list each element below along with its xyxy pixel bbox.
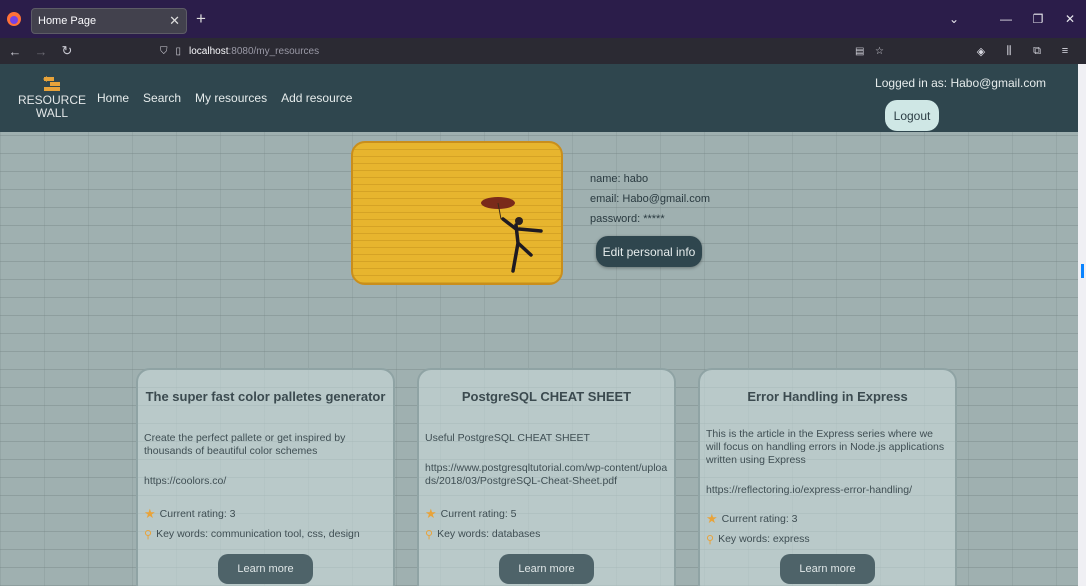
card-keywords-text: Key words: communication tool, css, desi… bbox=[156, 528, 360, 540]
learn-more-button[interactable]: Learn more bbox=[218, 554, 313, 584]
forward-arrow-icon[interactable]: → bbox=[28, 38, 54, 64]
nav-search[interactable]: Search bbox=[143, 91, 181, 105]
library-icon[interactable]: ⫼ bbox=[998, 38, 1020, 64]
shield-icon[interactable]: ⛉ bbox=[160, 46, 168, 57]
url-host: localhost bbox=[189, 45, 229, 57]
extensions-icon[interactable]: ⧉ bbox=[1026, 38, 1048, 64]
tab-title: Home Page bbox=[38, 15, 97, 27]
card-rating-text: Current rating: 3 bbox=[159, 508, 236, 520]
window-controls: ⌄ — ❐ ✕ bbox=[938, 0, 1086, 38]
card-rating-text: Current rating: 3 bbox=[721, 513, 798, 525]
star-icon: ★ bbox=[144, 506, 156, 521]
address-bar[interactable]: ⛉ ▯ localhost:8080/my_resources ▤ ☆ bbox=[160, 41, 895, 61]
resource-card: The super fast color palletes generator … bbox=[136, 368, 395, 586]
site-header: RESOURCE WALL Home Search My resources A… bbox=[0, 64, 1078, 132]
close-tab-icon[interactable]: ✕ bbox=[169, 13, 180, 29]
profile-info: name: habo email: Habo@gmail.com passwor… bbox=[590, 169, 710, 229]
browser-tab-home[interactable]: Home Page ✕ bbox=[31, 8, 187, 34]
firefox-menu-icon[interactable] bbox=[0, 0, 28, 38]
url-path: :8080/my_resources bbox=[228, 45, 320, 57]
card-title: Error Handling in Express bbox=[747, 389, 908, 404]
page-viewport: RESOURCE WALL Home Search My resources A… bbox=[0, 64, 1078, 586]
card-description: Create the perfect pallete or get inspir… bbox=[144, 432, 346, 457]
card-keywords-text: Key words: express bbox=[718, 533, 810, 545]
nav-add-resource[interactable]: Add resource bbox=[281, 91, 352, 105]
nav-my-resources[interactable]: My resources bbox=[195, 91, 267, 105]
card-rating: ★ Current rating: 3 bbox=[144, 504, 387, 524]
card-title: The super fast color palletes generator bbox=[145, 389, 386, 404]
resource-wall-logo-icon bbox=[43, 76, 60, 91]
card-rating: ★ Current rating: 5 bbox=[425, 504, 668, 524]
back-arrow-icon[interactable]: ← bbox=[2, 38, 28, 64]
vertical-scrollbar[interactable] bbox=[1078, 64, 1086, 586]
magnifier-icon: ⚲ bbox=[425, 528, 434, 541]
profile-password: password: ***** bbox=[590, 213, 665, 225]
resource-card: Error Handling in Express This is the ar… bbox=[698, 368, 957, 586]
card-title: PostgreSQL CHEAT SHEET bbox=[461, 389, 632, 404]
site-nav: Home Search My resources Add resource bbox=[97, 91, 352, 105]
logged-in-label: Logged in as: Habo@gmail.com bbox=[875, 76, 1046, 90]
list-tabs-icon[interactable]: ⌄ bbox=[938, 0, 970, 38]
card-url[interactable]: https://coolors.co/ bbox=[144, 475, 387, 488]
reader-view-icon[interactable]: ▤ bbox=[855, 46, 864, 57]
browser-right-toolbar: ◈ ⫼ ⧉ ≡ bbox=[970, 38, 1076, 64]
logout-button[interactable]: Logout bbox=[885, 100, 939, 131]
edit-personal-info-button[interactable]: Edit personal info bbox=[596, 236, 702, 267]
logo-line2: WALL bbox=[35, 106, 69, 120]
card-url[interactable]: https://www.postgresqltutorial.com/wp-co… bbox=[425, 462, 668, 488]
resource-card: PostgreSQL CHEAT SHEET Useful PostgreSQL… bbox=[417, 368, 676, 586]
close-window-icon[interactable]: ✕ bbox=[1054, 0, 1086, 38]
card-url[interactable]: https://reflectoring.io/express-error-ha… bbox=[706, 484, 949, 497]
learn-more-button[interactable]: Learn more bbox=[499, 554, 594, 584]
umbrella-dancer-illustration bbox=[481, 197, 543, 273]
card-keywords: ⚲ Key words: databases bbox=[425, 524, 668, 544]
learn-more-button[interactable]: Learn more bbox=[780, 554, 875, 584]
reload-icon[interactable]: ↻ bbox=[54, 38, 80, 64]
menu-icon[interactable]: ≡ bbox=[1054, 38, 1076, 64]
profile-name: name: habo bbox=[590, 173, 649, 185]
nav-home[interactable]: Home bbox=[97, 91, 129, 105]
profile-photo bbox=[351, 141, 563, 285]
card-description: Useful PostgreSQL CHEAT SHEET bbox=[425, 432, 590, 444]
magnifier-icon: ⚲ bbox=[706, 533, 715, 546]
site-logo[interactable]: RESOURCE WALL bbox=[18, 76, 86, 120]
star-icon: ★ bbox=[706, 511, 718, 526]
browser-tab-bar: Home Page ✕ + ⌄ — ❐ ✕ bbox=[0, 0, 1086, 38]
minimize-icon[interactable]: — bbox=[990, 0, 1022, 38]
magnifier-icon: ⚲ bbox=[144, 528, 153, 541]
card-keywords: ⚲ Key words: express bbox=[706, 529, 949, 549]
card-rating-text: Current rating: 5 bbox=[440, 508, 517, 520]
scrollbar-thumb[interactable] bbox=[1081, 264, 1084, 278]
profile-email: email: Habo@gmail.com bbox=[590, 193, 710, 205]
card-description: This is the article in the Express serie… bbox=[706, 428, 945, 466]
pocket-icon[interactable]: ◈ bbox=[970, 38, 992, 64]
card-keywords-text: Key words: databases bbox=[437, 528, 541, 540]
page-icon: ▯ bbox=[175, 45, 182, 57]
new-tab-icon[interactable]: + bbox=[196, 9, 206, 29]
star-icon: ★ bbox=[425, 506, 437, 521]
card-rating: ★ Current rating: 3 bbox=[706, 509, 949, 529]
bookmark-star-icon[interactable]: ☆ bbox=[875, 46, 884, 57]
card-keywords: ⚲ Key words: communication tool, css, de… bbox=[144, 524, 387, 544]
restore-icon[interactable]: ❐ bbox=[1022, 0, 1054, 38]
